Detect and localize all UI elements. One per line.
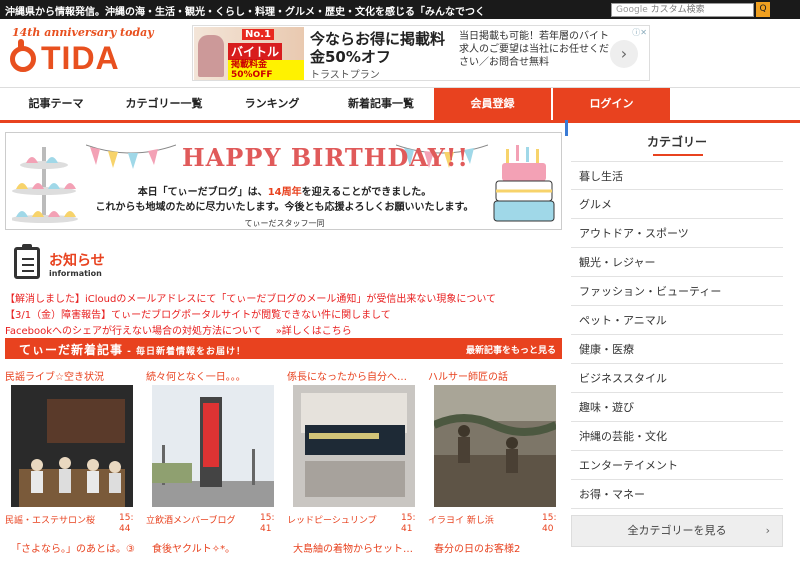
post-time: 15:41 bbox=[401, 513, 416, 534]
post-title[interactable]: ハルサー師匠の話 bbox=[428, 368, 556, 383]
ad-badge-offer: 掲載料金 50%OFF bbox=[228, 60, 304, 80]
register-button[interactable]: 会員登録 bbox=[434, 88, 551, 120]
bunting-left-icon bbox=[86, 144, 176, 169]
logo-mark-icon bbox=[10, 39, 36, 72]
ad-brand[interactable]: トラストプラン bbox=[310, 66, 380, 81]
ad-badge-name: バイトル bbox=[228, 43, 283, 60]
category-item[interactable]: エンターテイメント bbox=[571, 451, 783, 480]
banner-line-1-highlight: 14周年 bbox=[267, 187, 302, 198]
banner-line-1-post: を迎えることができました。 bbox=[301, 187, 432, 198]
post-thumbnail-field[interactable] bbox=[434, 385, 556, 507]
post-blog-name[interactable]: レッドピーシュリンプ bbox=[287, 513, 377, 526]
anniversary-text: 14th anniversary today bbox=[12, 26, 154, 39]
banner-signature: てぃーだスタッフ一同 bbox=[244, 219, 325, 228]
category-heading: カテゴリー bbox=[646, 135, 707, 149]
ad-badge-rank: No.1 bbox=[242, 29, 274, 40]
post-title[interactable]: 大島紬の着物からセット… bbox=[293, 540, 413, 555]
all-categories-label: 全カテゴリーを見る bbox=[627, 524, 727, 537]
search-placeholder: カスタム検索 bbox=[650, 5, 705, 15]
notice-item-row: Facebookへのシェアが行えない場合の対処方法について »詳しくはこちら bbox=[5, 322, 352, 337]
nav-underline bbox=[0, 120, 800, 123]
site-tagline: 沖縄県から情報発信。沖縄の海・生活・観光・くらし・料理・グルメ・歴史・文化を感じ… bbox=[5, 7, 485, 18]
ad-body: 当日掲載も可能！若年層のバイト求人のご要望は当社にお任せください／お問合せ無料 bbox=[459, 31, 609, 68]
new-posts-title: てぃーだ新着記事 bbox=[19, 343, 124, 357]
category-item[interactable]: ビジネススタイル bbox=[571, 364, 783, 393]
post-title[interactable]: 民謡ライブ☆空き状況 bbox=[5, 368, 133, 383]
category-item[interactable]: 趣味・遊び bbox=[571, 393, 783, 422]
banner-line-2: これからも地域のために尽力いたします。今後とも応援よろしくお願いいたします。 bbox=[95, 202, 474, 213]
ad-image[interactable]: No.1 バイトル 掲載料金 50%OFF bbox=[194, 27, 304, 80]
post-thumbnail-live-stage[interactable] bbox=[11, 385, 133, 507]
main-nav: 記事テーマ カテゴリー一覧 ランキング 新着記事一覧 会員登録 ログイン bbox=[0, 87, 800, 123]
top-bar: 沖縄県から情報発信。沖縄の海・生活・観光・くらし・料理・グルメ・歴史・文化を感じ… bbox=[0, 0, 800, 19]
post-thumbnail-street-sign[interactable] bbox=[152, 385, 274, 507]
notice-more-link[interactable]: »詳しくはこちら bbox=[276, 326, 352, 337]
category-item[interactable]: ペット・アニマル bbox=[571, 306, 783, 335]
post-title[interactable]: 係長になったから自分へ… bbox=[287, 368, 415, 383]
post-blog-name[interactable]: 立飲酒メンバーブログ bbox=[146, 513, 235, 526]
post-time: 15:40 bbox=[542, 513, 557, 534]
post-thumbnail-gadget[interactable] bbox=[293, 385, 415, 507]
scroll-indicator bbox=[565, 120, 568, 136]
post-card[interactable]: 続々何となく一日。。。 立飲酒メンバーブログ 15:41 bbox=[146, 368, 274, 538]
nav-item-categories[interactable]: カテゴリー一覧 bbox=[112, 88, 216, 120]
logo-wordmark: TIDA bbox=[41, 40, 120, 76]
new-posts-header: てぃーだ新着記事 - 毎日新着情報をお届け！ 最新記事をもっと見る bbox=[5, 338, 562, 359]
post-title[interactable]: 食後ヤクルト✧*｡ bbox=[152, 540, 230, 555]
search-input[interactable]: Google カスタム検索 bbox=[611, 3, 754, 17]
post-title[interactable]: 「さよなら。」のあとは。③ bbox=[11, 540, 135, 555]
login-button[interactable]: ログイン bbox=[553, 88, 670, 120]
nav-item-themes[interactable]: 記事テーマ bbox=[0, 88, 112, 120]
post-blog-name[interactable]: イラヨイ 新し浜 bbox=[428, 513, 494, 526]
ad-headline[interactable]: 今ならお得に掲載料金50%オフ bbox=[310, 30, 450, 66]
post-title[interactable]: 続々何となく一日。。。 bbox=[146, 368, 274, 383]
chevron-right-icon: › bbox=[765, 524, 770, 537]
post-time: 15:44 bbox=[119, 513, 134, 534]
category-item[interactable]: 健康・医療 bbox=[571, 335, 783, 364]
all-categories-button[interactable]: 全カテゴリーを見る › bbox=[571, 515, 783, 547]
post-title[interactable]: 春分の日のお客様2 bbox=[434, 540, 520, 555]
post-card[interactable]: ハルサー師匠の話 イラヨイ 新し浜 15:40 bbox=[428, 368, 556, 538]
search-button[interactable]: Q bbox=[756, 2, 770, 17]
birthday-cake-icon bbox=[493, 145, 555, 222]
ad-banner[interactable]: No.1 バイトル 掲載料金 50%OFF 今ならお得に掲載料金50%オフ トラ… bbox=[192, 25, 650, 81]
notice-item[interactable]: Facebookへのシェアが行えない場合の対処方法について bbox=[5, 326, 262, 337]
notice-subtitle: information bbox=[49, 269, 102, 278]
notice-item[interactable]: 【解消しました】iCloudのメールアドレスにて「てぃーだブログのメール通知」が… bbox=[5, 290, 496, 305]
banner-line-1: 本日「てぃーだブログ」は、14周年を迎えることができました。 bbox=[6, 183, 561, 198]
category-heading-underline bbox=[653, 154, 703, 156]
search-icon: Q bbox=[759, 4, 767, 14]
banner-title: HAPPY BIRTHDAY!! bbox=[182, 143, 469, 172]
category-item[interactable]: ファッション・ビューティー bbox=[571, 277, 783, 306]
more-posts-link[interactable]: 最新記事をもっと見る bbox=[466, 343, 556, 356]
banner-line-1-pre: 本日「てぃーだブログ」は、 bbox=[137, 187, 268, 198]
nav-item-ranking[interactable]: ランキング bbox=[216, 88, 328, 120]
post-time: 15:41 bbox=[260, 513, 275, 534]
birthday-banner[interactable]: HAPPY BIRTHDAY!! 本日「てぃーだブログ」は、14周年を迎えること… bbox=[5, 132, 562, 230]
category-item[interactable]: お得・マネー bbox=[571, 480, 783, 509]
new-posts-subtitle: - 毎日新着情報をお届け！ bbox=[123, 347, 247, 357]
category-item[interactable]: アウトドア・スポーツ bbox=[571, 219, 783, 248]
post-card[interactable]: 係長になったから自分へ… レッドピーシュリンプ 15:41 bbox=[287, 368, 415, 538]
nav-item-new-posts[interactable]: 新着記事一覧 bbox=[328, 88, 434, 120]
ad-info-icon[interactable]: ⓘ✕ bbox=[632, 27, 647, 38]
category-item[interactable]: グルメ bbox=[571, 190, 783, 219]
category-item[interactable]: 観光・レジャー bbox=[571, 248, 783, 277]
notice-item[interactable]: 【3/1（金）障害報告】てぃーだブログポータルサイトが閲覧できない件に関しまして bbox=[5, 306, 391, 321]
post-card[interactable]: 民謡ライブ☆空き状況 民謡・エステサロン桜 15:44 bbox=[5, 368, 133, 538]
search-brand: Google bbox=[616, 5, 648, 15]
category-item[interactable]: 暮し生活 bbox=[571, 161, 783, 190]
notice-title: お知らせ bbox=[49, 253, 105, 269]
new-posts-title-row: てぃーだ新着記事 - 毎日新着情報をお届け！ bbox=[19, 341, 246, 358]
category-item[interactable]: 沖縄の芸能・文化 bbox=[571, 422, 783, 451]
ad-person-image bbox=[198, 35, 224, 77]
clipboard-icon bbox=[14, 244, 40, 279]
ad-arrow-icon[interactable]: › bbox=[610, 40, 638, 68]
site-logo[interactable]: 14th anniversary today TIDA bbox=[8, 24, 178, 84]
post-blog-name[interactable]: 民謡・エステサロン桜 bbox=[5, 513, 95, 526]
